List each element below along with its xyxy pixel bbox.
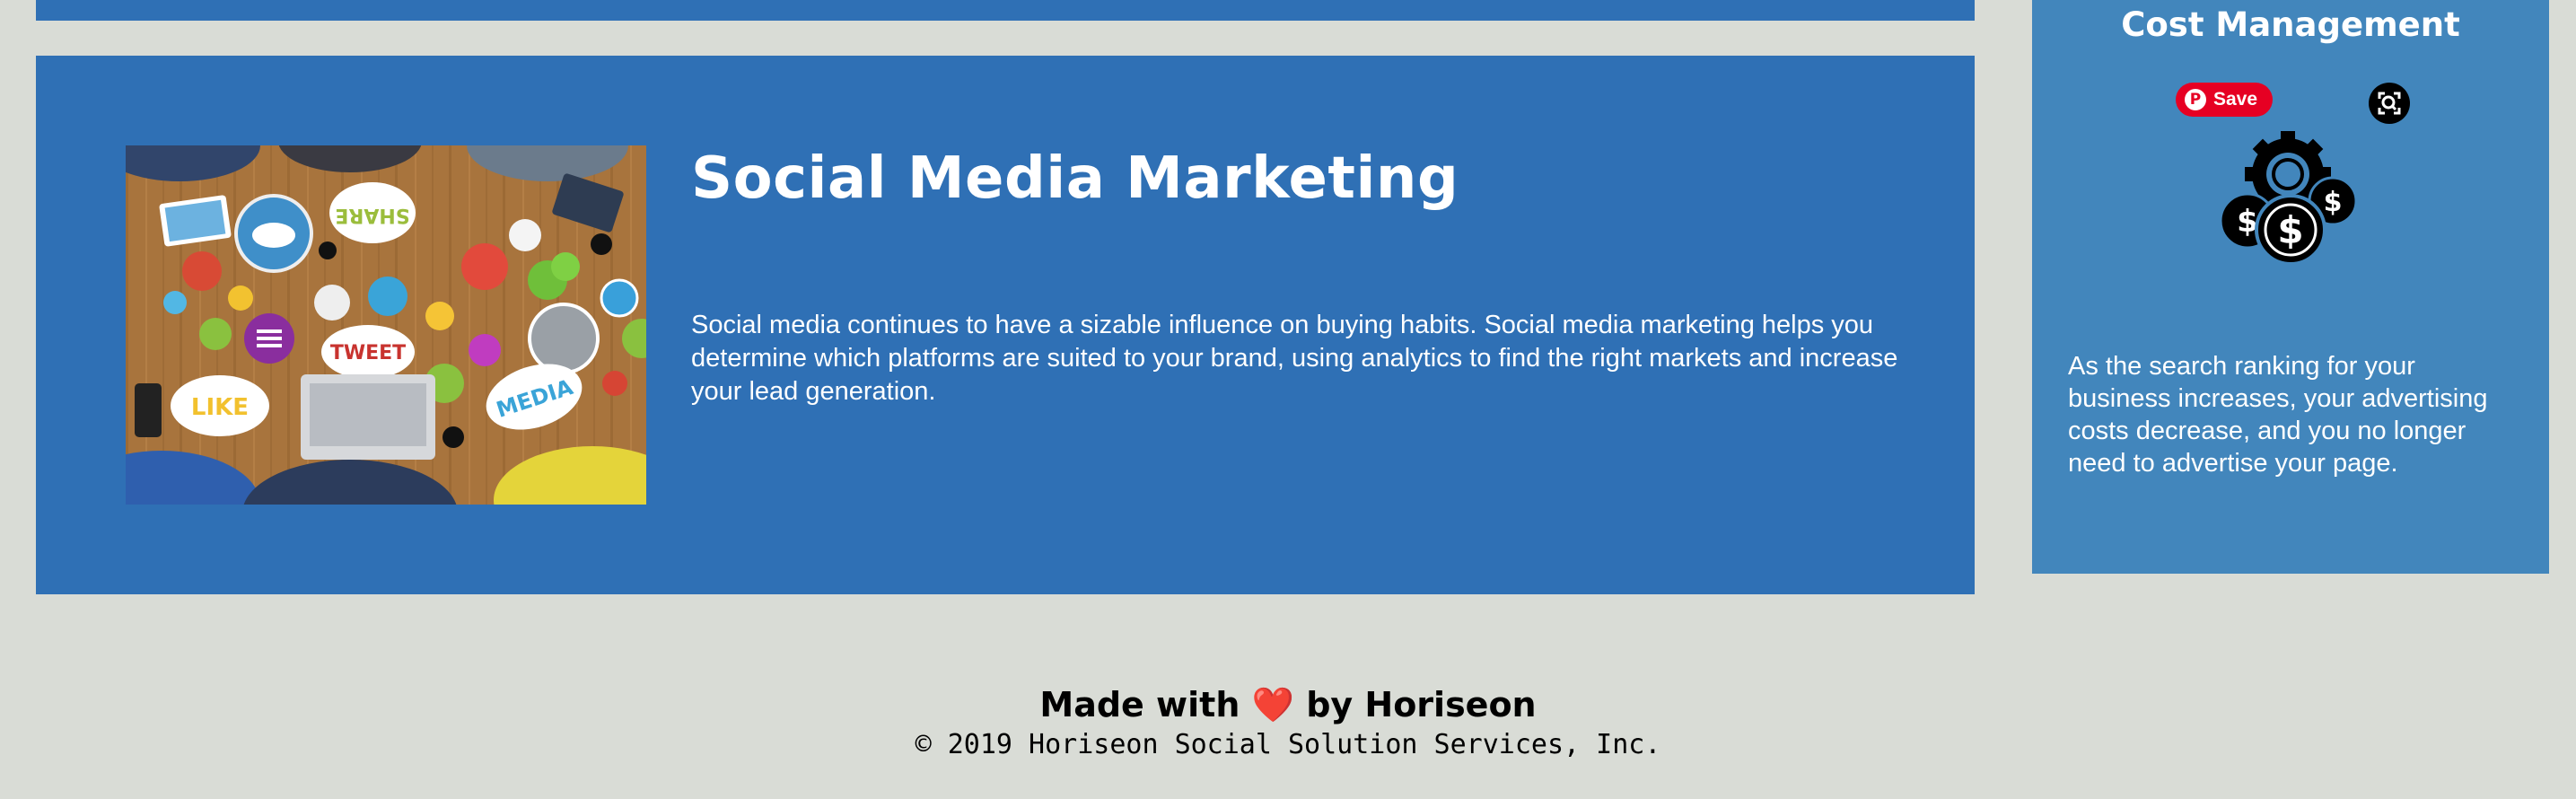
footer-made-with: Made with ❤️ by Horiseon [0,682,2576,727]
svg-text:$: $ [2277,208,2303,252]
svg-text:$: $ [2237,204,2258,240]
share-word: SHARE [335,204,409,226]
social-media-marketing-card: SHARE TWEET LIKE MEDIA Social Media Mark… [36,56,1975,594]
footer-made-with-prefix: Made with [1039,685,1240,724]
heart-icon: ❤️ [1251,685,1294,724]
gear-dollar-coins-icon: $ $ $ [2212,131,2364,266]
visual-search-icon[interactable] [2369,83,2410,124]
benefit-description: As the search ranking for your business … [2068,352,2488,478]
pinterest-save-label: Save [2213,89,2258,110]
footer-made-with-suffix: by Horiseon [1306,685,1537,724]
pinterest-save-button[interactable]: P Save [2176,83,2273,117]
previous-content-card-edge [36,0,1975,21]
page-footer: Made with ❤️ by Horiseon © 2019 Horiseon… [0,682,2576,763]
svg-text:$: $ [2324,187,2343,218]
footer-copyright: © 2019 Horiseon Social Solution Services… [915,729,1661,760]
pinterest-icon: P [2185,89,2206,110]
card-description: Social media continues to have a sizable… [691,311,1898,406]
tweet-word: TWEET [330,342,406,364]
social-media-image: SHARE TWEET LIKE MEDIA [126,145,646,505]
benefit-title: Cost Management [2121,5,2460,44]
cost-management-card: Cost Management P Save $ $ $ As the sear… [2032,0,2549,574]
like-word: LIKE [191,394,249,421]
card-title: Social Media Marketing [691,145,1459,212]
